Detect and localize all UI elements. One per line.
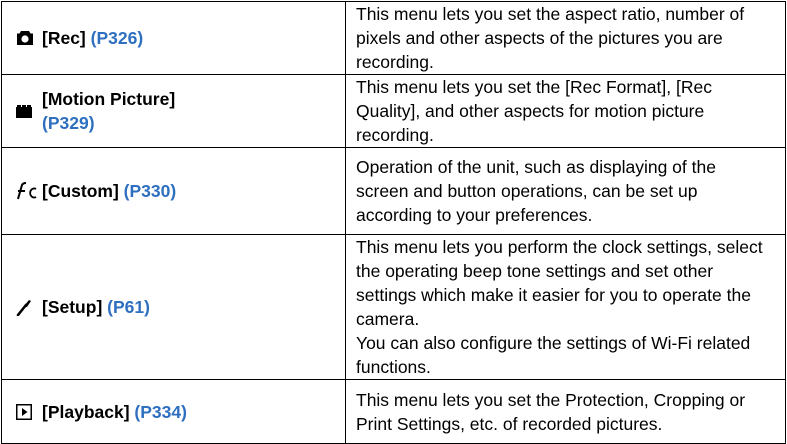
playback-icon — [16, 403, 38, 420]
menu-name: [Setup] (P61) — [42, 297, 150, 317]
page-reference-link[interactable]: (P329) — [42, 113, 95, 133]
menu-name-cell: [Playback] (P334) — [1, 379, 346, 444]
page-reference-link[interactable]: (P334) — [134, 402, 187, 422]
menu-name: [Custom] (P330) — [42, 181, 177, 201]
menu-name-cell: [Custom] (P330) — [1, 147, 346, 235]
menu-description: Operation of the unit, such as displayin… — [345, 147, 786, 235]
wrench-icon — [16, 299, 38, 316]
menu-description: This menu lets you set the [Rec Format],… — [345, 74, 786, 148]
menu-name-cell: [Rec] (P326) — [1, 1, 346, 75]
menu-table: [Rec] (P326) This menu lets you set the … — [1, 1, 786, 444]
menu-name-cell: [Setup] (P61) — [1, 234, 346, 380]
table-row: [Rec] (P326) This menu lets you set the … — [1, 1, 786, 75]
camera-icon — [16, 30, 38, 46]
table-row: [Setup] (P61) This menu lets you perform… — [1, 234, 786, 380]
menu-description: This menu lets you perform the clock set… — [345, 234, 786, 380]
menu-name: [Motion Picture] (P329) — [42, 89, 176, 133]
menu-description: This menu lets you set the Protection, C… — [345, 379, 786, 444]
page-reference-link[interactable]: (P61) — [107, 297, 150, 317]
motion-picture-icon — [16, 104, 38, 118]
menu-name-cell: [Motion Picture] (P329) — [1, 74, 346, 148]
menu-description: This menu lets you set the aspect ratio,… — [345, 1, 786, 75]
table-row: [Custom] (P330) Operation of the unit, s… — [1, 147, 786, 235]
menu-name: [Rec] (P326) — [42, 28, 144, 48]
custom-icon — [16, 182, 38, 200]
page-reference-link[interactable]: (P330) — [124, 181, 177, 201]
table-row: [Motion Picture] (P329) This menu lets yo… — [1, 74, 786, 148]
page-reference-link[interactable]: (P326) — [91, 28, 144, 48]
menu-name: [Playback] (P334) — [42, 401, 187, 422]
table-row: [Playback] (P334) This menu lets you set… — [1, 379, 786, 444]
